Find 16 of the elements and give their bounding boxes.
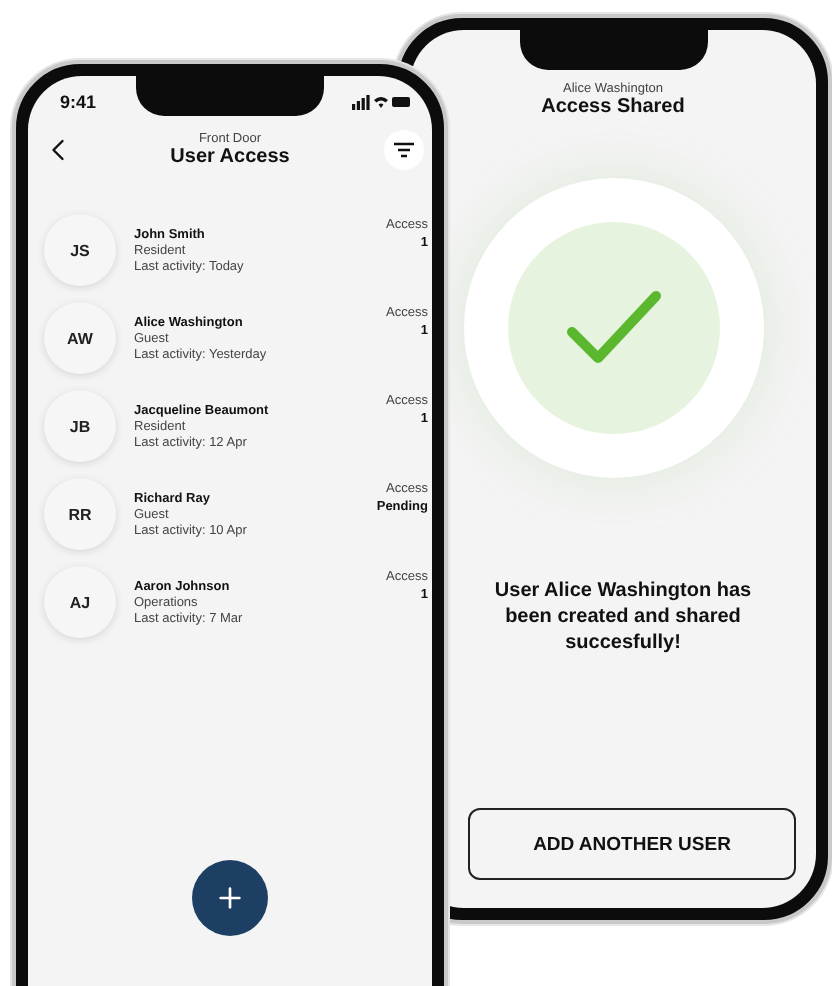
screen-title: Access Shared — [541, 96, 685, 118]
status-icons-drawing — [352, 94, 412, 110]
checkmark-icon — [563, 288, 663, 368]
filter-button[interactable] — [384, 130, 424, 170]
user-avatar[interactable]: JB — [44, 390, 116, 462]
add-another-user-button[interactable]: ADD ANOTHER USER — [468, 808, 796, 880]
user-avatar[interactable]: RR — [44, 478, 116, 550]
user-avatar[interactable]: AW — [44, 302, 116, 374]
plus-icon — [214, 882, 246, 914]
add-button[interactable] — [192, 860, 268, 936]
status-time: 9:41 — [60, 92, 97, 112]
screen-title: User Access — [170, 146, 290, 168]
user-avatar[interactable]: JS — [44, 214, 116, 286]
success-message: User Alice Washington has been created and shared succesfully! — [492, 578, 754, 656]
filter-icon — [394, 142, 414, 158]
user-avatar[interactable]: AJ — [44, 566, 116, 638]
